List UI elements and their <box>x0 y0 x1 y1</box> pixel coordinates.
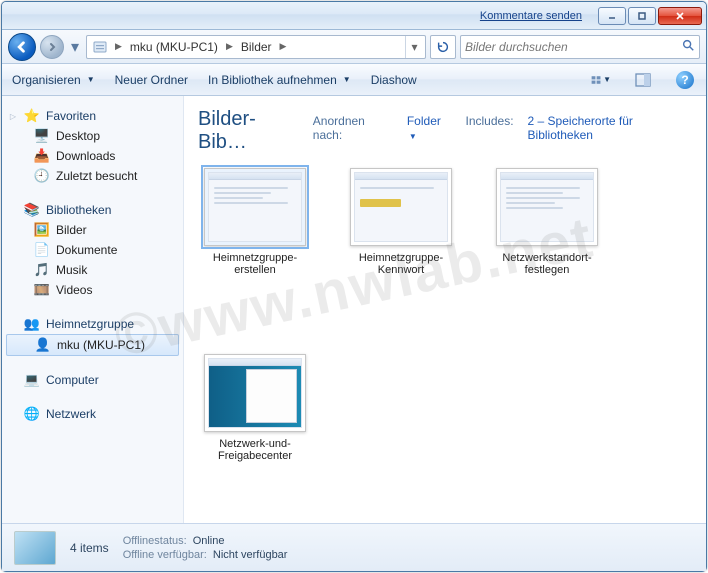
pictures-icon: 🖼️ <box>34 222 50 238</box>
recent-icon: 🕘 <box>34 168 50 184</box>
sidebar-item-music[interactable]: 🎵Musik <box>2 260 183 280</box>
content-header: Bilder-Bib… Anordnen nach: Folder ▼ Incl… <box>184 96 706 160</box>
refresh-button[interactable] <box>430 35 456 59</box>
library-title: Bilder-Bib… <box>198 108 299 154</box>
search-icon <box>681 38 695 55</box>
offline-status-value: Online <box>193 535 225 547</box>
computer-icon: 💻 <box>24 372 40 388</box>
view-options-button[interactable]: ▼ <box>590 69 612 91</box>
favorites-header[interactable]: ▷⭐Favoriten <box>2 106 183 126</box>
offline-avail-label: Offline verfügbar: <box>123 549 207 561</box>
location-icon <box>92 39 108 55</box>
includes-label: Includes: <box>466 114 514 128</box>
offline-avail-value: Nicht verfügbar <box>213 549 288 561</box>
breadcrumb-segment[interactable]: Bilder <box>237 36 276 58</box>
feedback-link[interactable]: Kommentare senden <box>480 10 582 22</box>
body: ▷⭐Favoriten 🖥️Desktop 📥Downloads 🕘Zuletz… <box>2 96 706 523</box>
music-icon: 🎵 <box>34 262 50 278</box>
sidebar-item-recent[interactable]: 🕘Zuletzt besucht <box>2 166 183 186</box>
desktop-icon: 🖥️ <box>34 128 50 144</box>
maximize-button[interactable] <box>628 7 656 25</box>
file-name: Heimnetzgruppe-Kennwort <box>340 252 462 276</box>
arrange-by-label: Anordnen nach: <box>313 114 393 142</box>
file-item[interactable]: Heimnetzgruppe-Kennwort <box>340 168 462 276</box>
file-name: Heimnetzgruppe-erstellen <box>194 252 316 276</box>
star-icon: ⭐ <box>24 108 40 124</box>
status-thumbnail <box>14 531 56 565</box>
sidebar-item-pictures[interactable]: 🖼️Bilder <box>2 220 183 240</box>
file-item[interactable]: Netzwerk-und-Freigabecenter <box>194 354 316 462</box>
chevron-right-icon: ▶ <box>111 41 126 52</box>
downloads-icon: 📥 <box>34 148 50 164</box>
breadcrumb-dropdown[interactable]: ▾ <box>405 36 423 58</box>
libraries-header[interactable]: 📚Bibliotheken <box>2 200 183 220</box>
minimize-button[interactable] <box>598 7 626 25</box>
preview-pane-button[interactable] <box>632 69 654 91</box>
content-pane: Bilder-Bib… Anordnen nach: Folder ▼ Incl… <box>184 96 706 523</box>
include-in-library-menu[interactable]: In Bibliothek aufnehmen▼ <box>208 73 351 87</box>
breadcrumb-segment[interactable]: mku (MKU-PC1) <box>126 36 222 58</box>
slideshow-button[interactable]: Diashow <box>371 73 417 87</box>
libraries-icon: 📚 <box>24 202 40 218</box>
file-item[interactable]: Heimnetzgruppe-erstellen <box>194 168 316 276</box>
sidebar-item-homegroup-user[interactable]: 👤mku (MKU-PC1) <box>6 334 179 356</box>
chevron-right-icon: ▶ <box>222 41 237 52</box>
file-name: Netzwerk-und-Freigabecenter <box>194 438 316 462</box>
sidebar-item-desktop[interactable]: 🖥️Desktop <box>2 126 183 146</box>
back-button[interactable] <box>8 33 36 61</box>
close-button[interactable] <box>658 7 702 25</box>
sidebar-item-videos[interactable]: 🎞️Videos <box>2 280 183 300</box>
homegroup-header[interactable]: 👥Heimnetzgruppe <box>2 314 183 334</box>
navigation-bar: ▾ ▶ mku (MKU-PC1) ▶ Bilder ▶ ▾ Bilder du… <box>2 30 706 64</box>
file-item[interactable]: Netzwerkstandort-festlegen <box>486 168 608 276</box>
offline-status-label: Offlinestatus: <box>123 535 187 547</box>
history-dropdown[interactable]: ▾ <box>68 35 82 59</box>
user-icon: 👤 <box>35 337 51 353</box>
network-header[interactable]: 🌐Netzwerk <box>2 404 183 424</box>
titlebar: Kommentare senden <box>2 2 706 30</box>
file-name: Netzwerkstandort-festlegen <box>486 252 608 276</box>
arrange-by-value[interactable]: Folder ▼ <box>407 114 452 142</box>
sidebar-item-downloads[interactable]: 📥Downloads <box>2 146 183 166</box>
items-grid[interactable]: Heimnetzgruppe-erstellen Heimnetzgruppe-… <box>184 160 706 523</box>
status-bar: 4 items Offlinestatus: Online Offline ver… <box>2 523 706 571</box>
navigation-pane[interactable]: ▷⭐Favoriten 🖥️Desktop 📥Downloads 🕘Zuletz… <box>2 96 184 523</box>
sidebar-item-documents[interactable]: 📄Dokumente <box>2 240 183 260</box>
organize-menu[interactable]: Organisieren▼ <box>12 73 95 87</box>
new-folder-button[interactable]: Neuer Ordner <box>115 73 188 87</box>
forward-button[interactable] <box>40 35 64 59</box>
breadcrumb[interactable]: ▶ mku (MKU-PC1) ▶ Bilder ▶ ▾ <box>86 35 426 59</box>
computer-header[interactable]: 💻Computer <box>2 370 183 390</box>
help-icon: ? <box>676 71 694 89</box>
window-buttons <box>596 7 702 25</box>
toolbar: Organisieren▼ Neuer Ordner In Bibliothek… <box>2 64 706 96</box>
explorer-window: Kommentare senden ▾ ▶ mku (MKU-PC1) ▶ Bi… <box>1 1 707 572</box>
search-input[interactable]: Bilder durchsuchen <box>460 35 700 59</box>
includes-link[interactable]: 2 – Speicherorte für Bibliotheken <box>528 114 692 142</box>
videos-icon: 🎞️ <box>34 282 50 298</box>
chevron-right-icon: ▶ <box>276 41 291 52</box>
item-count: 4 items <box>70 541 109 555</box>
search-placeholder: Bilder durchsuchen <box>465 40 568 54</box>
network-icon: 🌐 <box>24 406 40 422</box>
help-button[interactable]: ? <box>674 69 696 91</box>
documents-icon: 📄 <box>34 242 50 258</box>
homegroup-icon: 👥 <box>24 316 40 332</box>
